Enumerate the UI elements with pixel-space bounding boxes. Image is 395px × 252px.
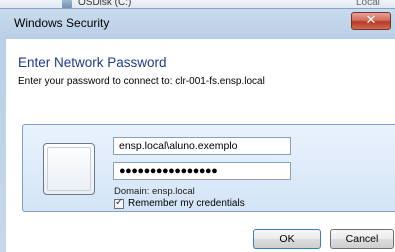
- close-button[interactable]: ✕: [351, 12, 391, 30]
- username-field[interactable]: ensp.local\aluno.exemplo: [113, 137, 291, 155]
- credential-tile: ensp.local\aluno.exemplo ●●●●●●●●●●●●●●●…: [22, 124, 395, 212]
- user-tile-icon: [43, 143, 95, 195]
- checkmark-icon: ✓: [115, 197, 124, 208]
- user-tile-frame: [47, 147, 91, 191]
- dialog-title: Windows Security: [14, 16, 110, 30]
- cancel-button[interactable]: Cancel: [330, 229, 394, 249]
- dialog-content: Enter Network Password Enter your passwo…: [6, 39, 395, 252]
- domain-label: Domain: ensp.local: [114, 186, 195, 197]
- password-field[interactable]: ●●●●●●●●●●●●●●●●: [113, 162, 291, 180]
- remember-credentials-label[interactable]: Remember my credentials: [128, 198, 245, 209]
- dialog-heading: Enter Network Password: [18, 55, 167, 70]
- background-right-fragment: Local: [356, 0, 380, 8]
- background-drive-label: OSDisk (C:): [78, 0, 132, 8]
- close-icon: ✕: [365, 13, 377, 28]
- drive-icon: [62, 0, 72, 8]
- title-bar[interactable]: Windows Security ✕: [0, 9, 395, 39]
- windows-security-dialog: Windows Security ✕ Enter Network Passwor…: [0, 8, 395, 252]
- remember-credentials-checkbox[interactable]: ✓: [114, 197, 124, 209]
- ok-button[interactable]: OK: [253, 229, 321, 249]
- dialog-instructions: Enter your password to connect to: clr-0…: [18, 76, 265, 87]
